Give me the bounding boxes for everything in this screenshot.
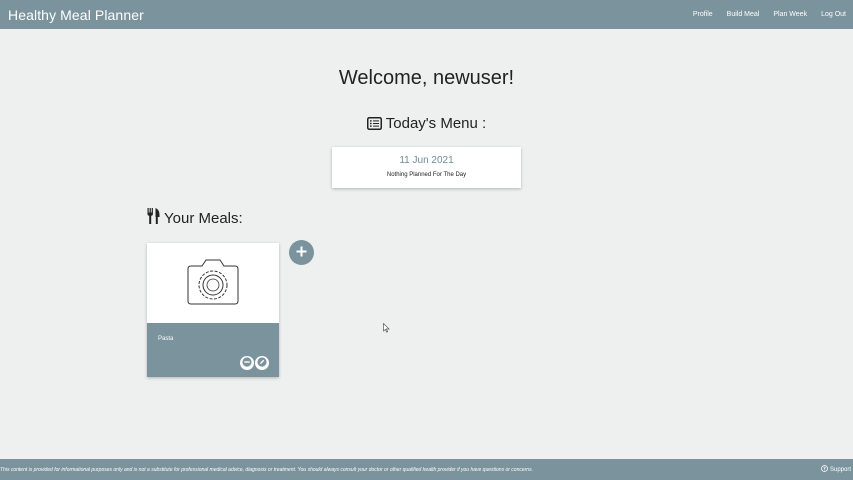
your-meals-heading: Your Meals:: [147, 208, 243, 228]
todays-menu-card[interactable]: 11 Jun 2021 Nothing Planned For The Day: [332, 147, 521, 188]
brand-title[interactable]: Healthy Meal Planner: [8, 7, 144, 23]
list-alt-icon: [366, 117, 382, 130]
remove-meal-button[interactable]: [240, 356, 254, 370]
meal-name: Pasta: [158, 336, 174, 342]
meal-card-footer: Pasta: [147, 323, 279, 377]
todays-menu-heading: Today's Menu :: [0, 115, 853, 132]
todays-menu-label: Today's Menu :: [385, 115, 487, 132]
menu-note: Nothing Planned For The Day: [386, 172, 467, 178]
minus-icon: [242, 354, 252, 372]
meal-photo: [147, 243, 279, 323]
question-circle-icon: [821, 465, 828, 474]
nav-link-plan-week[interactable]: Plan Week: [773, 11, 807, 18]
nav-link-log-out[interactable]: Log Out: [821, 11, 846, 18]
plus-icon: [296, 244, 307, 262]
meal-card[interactable]: Pasta: [147, 243, 279, 377]
mouse-cursor-icon: [383, 320, 390, 338]
navbar: Healthy Meal Planner Profile Build Meal …: [0, 0, 853, 29]
utensils-icon: [147, 208, 160, 228]
edit-meal-button[interactable]: [255, 356, 269, 370]
camera-icon: [185, 256, 241, 311]
your-meals-label: Your Meals:: [164, 209, 243, 227]
nav-link-profile[interactable]: Profile: [693, 11, 713, 18]
nav-links: Profile Build Meal Plan Week Log Out: [693, 11, 846, 18]
support-label: Support: [829, 466, 851, 473]
pencil-icon: [257, 354, 267, 372]
footer: This content is provided for information…: [0, 459, 853, 480]
add-meal-button[interactable]: [289, 240, 314, 265]
menu-date: 11 Jun 2021: [399, 155, 454, 166]
meal-actions: [240, 356, 269, 370]
welcome-heading: Welcome, newuser!: [338, 67, 515, 89]
support-link[interactable]: Support: [821, 465, 851, 474]
nav-link-build-meal[interactable]: Build Meal: [727, 11, 760, 18]
footer-disclaimer: This content is provided for information…: [0, 466, 533, 473]
